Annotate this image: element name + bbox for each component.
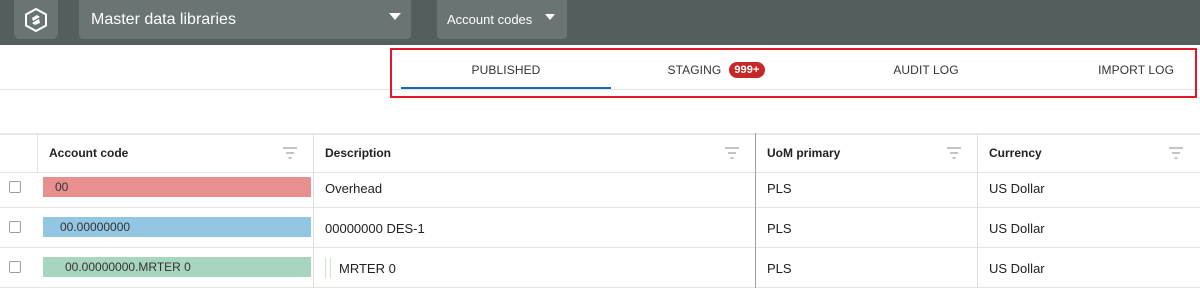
top-bar: Master data libraries Account codes — [0, 0, 1200, 45]
account-code-value: 00 — [55, 180, 69, 194]
account-code-cell: 00 — [43, 177, 311, 197]
column-header-currency[interactable]: Currency — [989, 133, 1042, 173]
column-header-account-code[interactable]: Account code — [49, 133, 128, 173]
hierarchy-indent-marker — [325, 258, 331, 278]
account-code-value: 00.00000000.MRTER 0 — [65, 260, 191, 274]
description-cell: Overhead — [325, 180, 383, 196]
row-checkbox[interactable] — [9, 221, 21, 233]
chevron-down-icon — [389, 13, 401, 20]
description-cell: 00000000 DES-1 — [325, 220, 425, 236]
account-codes-dropdown-label: Account codes — [447, 12, 533, 27]
uom-cell: PLS — [767, 220, 792, 236]
currency-cell: US Dollar — [989, 180, 1045, 196]
account-code-cell: 00.00000000.MRTER 0 — [43, 257, 311, 277]
chevron-down-icon — [545, 14, 555, 20]
account-codes-dropdown[interactable]: Account codes — [437, 0, 567, 39]
uom-cell: PLS — [767, 180, 792, 196]
column-header-uom-primary[interactable]: UoM primary — [767, 133, 840, 173]
table-header: Account code Description UoM primary Cur… — [0, 133, 1200, 173]
row-checkbox[interactable] — [9, 181, 21, 193]
row-checkbox[interactable] — [9, 261, 21, 273]
table-row[interactable]: 00.00000000 00000000 DES-1 PLS US Dollar — [0, 208, 1200, 248]
description-value: MRTER 0 — [339, 260, 396, 276]
currency-cell: US Dollar — [989, 220, 1045, 236]
account-code-value: 00.00000000 — [60, 220, 131, 234]
table-row[interactable]: 00.00000000.MRTER 0 MRTER 0 PLS US Dolla… — [0, 248, 1200, 288]
description-cell: MRTER 0 — [325, 248, 396, 288]
app-logo-icon[interactable] — [14, 0, 58, 39]
filter-icon[interactable] — [946, 147, 962, 159]
account-code-cell: 00.00000000 — [43, 217, 311, 237]
filter-icon[interactable] — [1168, 147, 1184, 159]
filter-icon[interactable] — [282, 147, 298, 159]
tabs-highlight-box — [390, 48, 1197, 98]
currency-cell: US Dollar — [989, 260, 1045, 276]
filter-icon[interactable] — [724, 147, 740, 159]
column-header-description[interactable]: Description — [325, 133, 391, 173]
library-dropdown-label: Master data libraries — [91, 10, 236, 28]
table-row[interactable]: 00 Overhead PLS US Dollar — [0, 168, 1200, 208]
library-dropdown[interactable]: Master data libraries — [79, 0, 411, 39]
uom-cell: PLS — [767, 260, 792, 276]
